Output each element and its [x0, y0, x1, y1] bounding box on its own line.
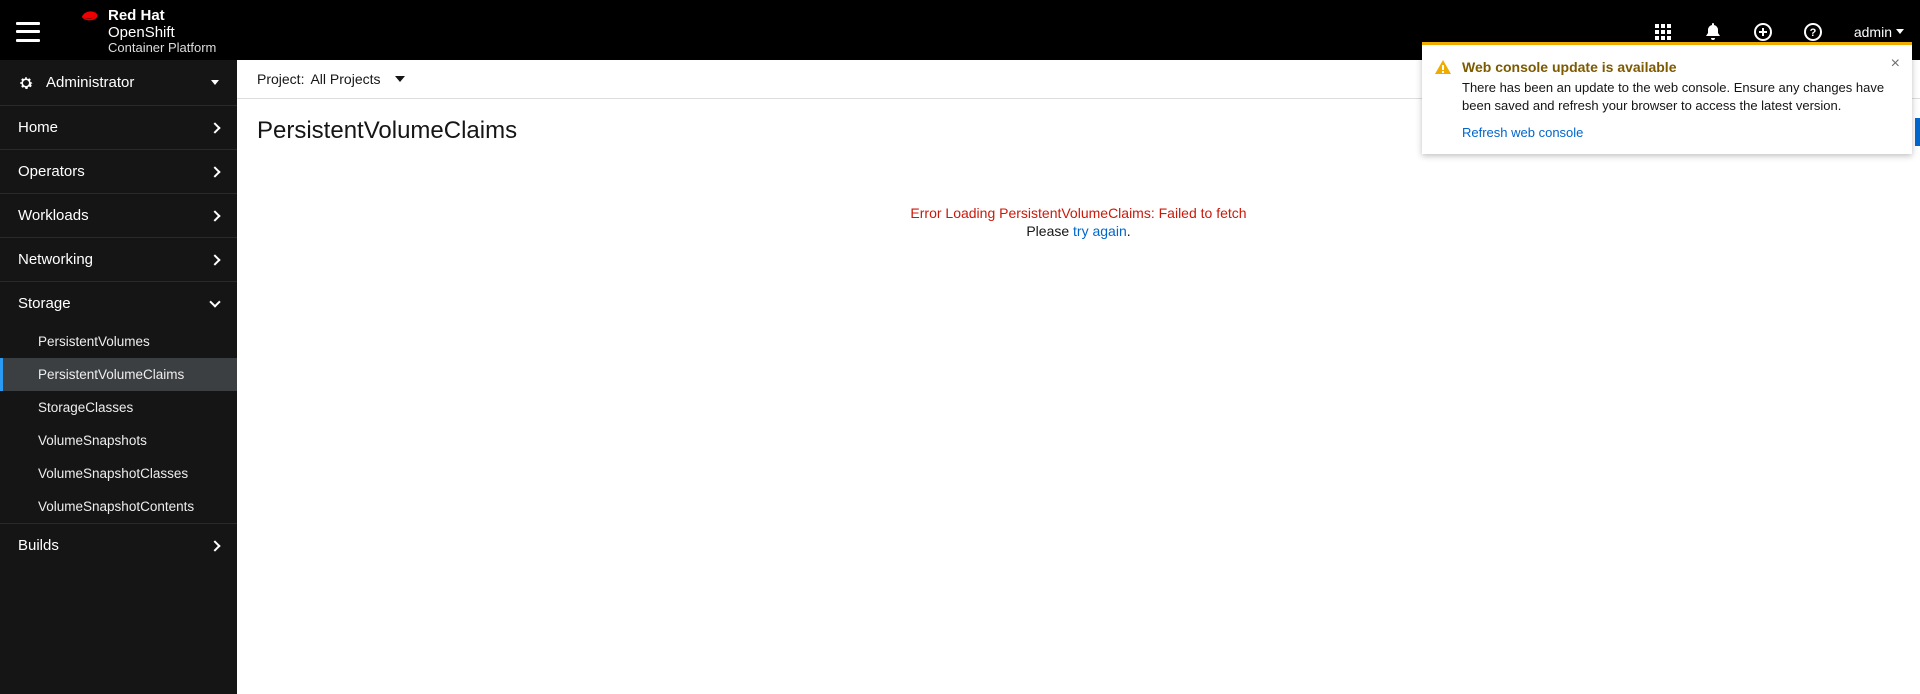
- brand-line-2: OpenShift: [108, 24, 216, 41]
- perspective-label: Administrator: [46, 74, 134, 91]
- user-menu[interactable]: admin: [1854, 24, 1904, 40]
- sidebar: Administrator Home Operators Workloads N…: [0, 60, 237, 694]
- chevron-down-icon: [209, 296, 220, 307]
- nav-networking[interactable]: Networking: [0, 238, 237, 281]
- primary-button-edge[interactable]: [1915, 118, 1920, 146]
- warning-icon: [1434, 59, 1452, 77]
- app-launcher-icon[interactable]: [1654, 23, 1672, 41]
- toast-refresh-link[interactable]: Refresh web console: [1462, 125, 1583, 140]
- nav-home[interactable]: Home: [0, 106, 237, 149]
- brand-line-1: Red Hat: [108, 7, 216, 24]
- perspective-switcher[interactable]: Administrator: [0, 60, 237, 105]
- chevron-right-icon: [209, 122, 220, 133]
- nav-operators[interactable]: Operators: [0, 150, 237, 193]
- nav-workloads[interactable]: Workloads: [0, 194, 237, 237]
- chevron-right-icon: [209, 540, 220, 551]
- redhat-icon: [78, 9, 100, 25]
- chevron-right-icon: [209, 210, 220, 221]
- nav-builds[interactable]: Builds: [0, 524, 237, 567]
- chevron-right-icon: [209, 166, 220, 177]
- toast-message: There has been an update to the web cons…: [1462, 79, 1896, 115]
- error-message: Error Loading PersistentVolumeClaims: Fa…: [910, 205, 1246, 221]
- toast-close-button[interactable]: ×: [1891, 55, 1900, 73]
- caret-down-icon: [211, 80, 219, 85]
- nav-storage-sc[interactable]: StorageClasses: [0, 391, 237, 424]
- caret-down-icon: [395, 76, 405, 82]
- main-content: Project: All Projects PersistentVolumeCl…: [237, 60, 1920, 694]
- svg-text:?: ?: [1809, 27, 1816, 39]
- nav-storage-vscn[interactable]: VolumeSnapshotContents: [0, 490, 237, 523]
- brand-logo[interactable]: Red Hat OpenShift Container Platform: [78, 7, 216, 56]
- user-name: admin: [1854, 24, 1892, 40]
- nav-storage-pvc[interactable]: PersistentVolumeClaims: [0, 358, 237, 391]
- project-current: All Projects: [310, 71, 380, 87]
- gear-icon: [18, 75, 34, 91]
- toast-title: Web console update is available: [1462, 59, 1896, 75]
- chevron-right-icon: [209, 254, 220, 265]
- nav-storage-vs[interactable]: VolumeSnapshots: [0, 424, 237, 457]
- nav-storage[interactable]: Storage: [0, 282, 237, 325]
- try-again-link[interactable]: try again: [1073, 223, 1127, 239]
- nav-storage-pv[interactable]: PersistentVolumes: [0, 325, 237, 358]
- import-icon[interactable]: [1754, 23, 1772, 41]
- caret-down-icon: [1896, 29, 1904, 34]
- update-toast: × Web console update is available There …: [1422, 42, 1912, 154]
- nav-toggle-button[interactable]: [16, 22, 40, 42]
- help-icon[interactable]: ?: [1804, 23, 1822, 41]
- page-title: PersistentVolumeClaims: [257, 117, 517, 145]
- project-label: Project:: [257, 71, 304, 87]
- retry-line: Please try again.: [1026, 223, 1130, 239]
- notifications-icon[interactable]: [1704, 23, 1722, 41]
- masthead-toolbar: ? admin: [1654, 23, 1904, 41]
- brand-line-3: Container Platform: [108, 41, 216, 56]
- nav-storage-vsc[interactable]: VolumeSnapshotClasses: [0, 457, 237, 490]
